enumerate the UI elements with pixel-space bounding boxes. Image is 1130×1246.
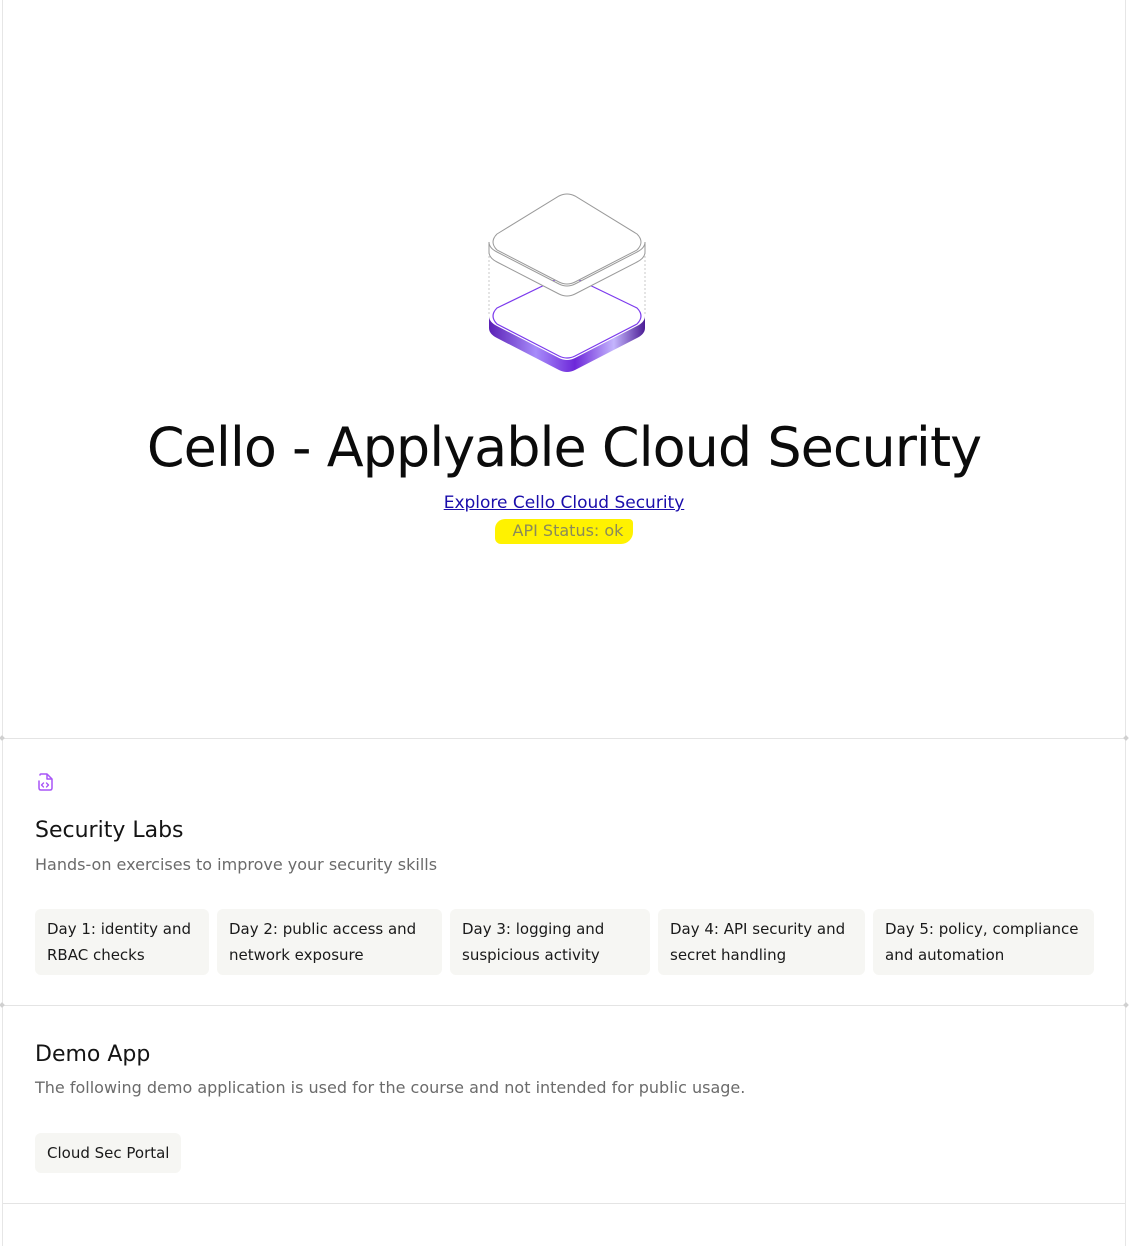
- lab-day-4[interactable]: Day 4: API security and secret handling: [658, 909, 865, 975]
- stacked-layers-logo: [488, 193, 646, 372]
- page-title: Cello - Applyable Cloud Security: [146, 416, 982, 479]
- api-status-text: API Status: ok: [494, 519, 634, 544]
- security-labs-section: Security Labs Hands-on exercises to impr…: [3, 739, 1125, 1006]
- hero-section: Cello - Applyable Cloud Security Explore…: [3, 0, 1125, 739]
- security-labs-subtitle: Hands-on exercises to improve your secur…: [35, 855, 438, 874]
- code-file-icon: [38, 773, 53, 791]
- demo-app-title: Demo App: [35, 1042, 151, 1067]
- demo-app-section: Demo App The following demo application …: [3, 1006, 1125, 1204]
- labs-list: Day 1: identity and RBAC checks Day 2: p…: [35, 909, 1094, 975]
- lab-day-3[interactable]: Day 3: logging and suspicious activity: [450, 909, 650, 975]
- page: Cello - Applyable Cloud Security Explore…: [0, 0, 1129, 1246]
- lab-day-5[interactable]: Day 5: policy, compliance and automation: [873, 909, 1094, 975]
- lab-day-1[interactable]: Day 1: identity and RBAC checks: [35, 909, 209, 975]
- security-labs-title: Security Labs: [35, 818, 184, 843]
- cloud-sec-portal-button[interactable]: Cloud Sec Portal: [35, 1133, 182, 1173]
- demo-app-list: Cloud Sec Portal: [35, 1133, 182, 1173]
- demo-app-subtitle: The following demo application is used f…: [35, 1078, 746, 1097]
- explore-link[interactable]: Explore Cello Cloud Security: [444, 493, 685, 513]
- lab-day-2[interactable]: Day 2: public access and network exposur…: [217, 909, 442, 975]
